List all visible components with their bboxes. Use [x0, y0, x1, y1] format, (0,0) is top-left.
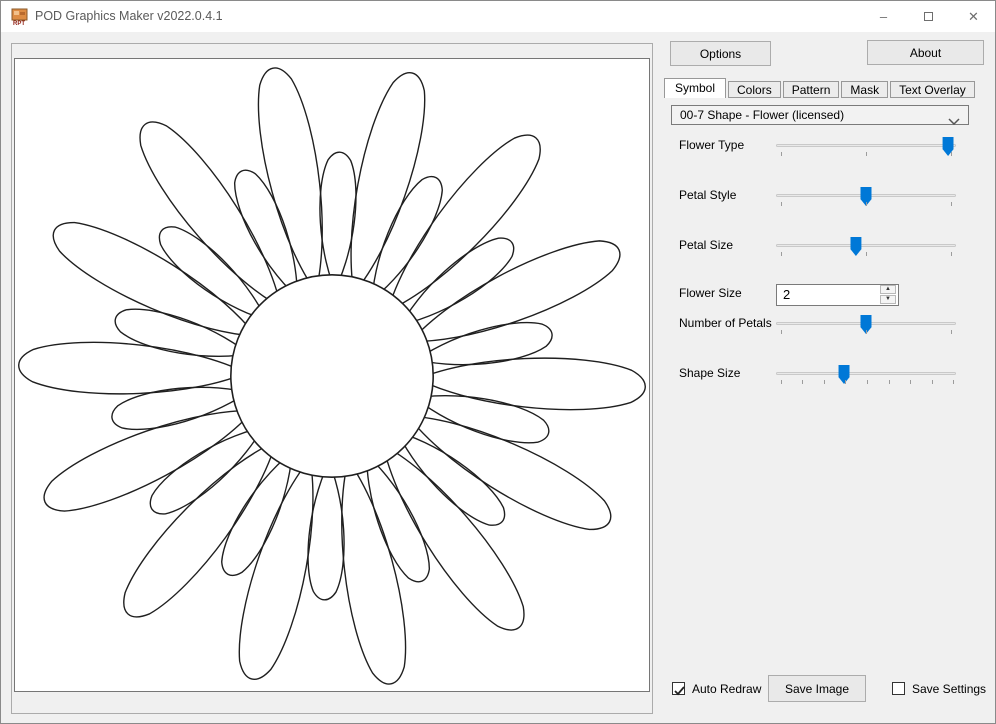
slider-label: Flower Type [679, 137, 744, 153]
slider-ticks [776, 152, 956, 157]
slider-tick [781, 252, 782, 256]
flower-size-label: Flower Size [679, 285, 742, 301]
slider-tick [802, 380, 803, 384]
spinner-up-button[interactable]: ▲ [880, 285, 896, 294]
slider-tick [951, 202, 952, 206]
slider-label: Shape Size [679, 365, 740, 381]
tab-mask[interactable]: Mask [841, 81, 888, 98]
shape-select[interactable]: 00-7 Shape - Flower (licensed) [671, 105, 969, 125]
tab-strip: Symbol Colors Pattern Mask Text Overlay [664, 78, 977, 98]
slider-ticks [776, 252, 956, 257]
app-window: RPT POD Graphics Maker v2022.0.4.1 – ✕ O… [0, 0, 996, 724]
flower-size-spinner: ▲ ▼ [879, 285, 897, 305]
slider-tick [910, 380, 911, 384]
slider-tick [781, 330, 782, 334]
window-title: POD Graphics Maker v2022.0.4.1 [35, 1, 223, 32]
slider-tick [781, 202, 782, 206]
flower-size-value: 2 [783, 285, 790, 305]
about-button[interactable]: About [867, 40, 984, 65]
maximize-icon [924, 12, 933, 21]
tab-pattern[interactable]: Pattern [783, 81, 840, 98]
svg-text:RPT: RPT [13, 21, 25, 26]
tab-colors[interactable]: Colors [728, 81, 781, 98]
slider-tick [867, 380, 868, 384]
maximize-button[interactable] [906, 1, 951, 32]
slider-tick [781, 380, 782, 384]
slider-track[interactable] [776, 144, 956, 147]
slider-label: Number of Petals [679, 315, 772, 331]
close-button[interactable]: ✕ [951, 1, 996, 32]
shape-select-value: 00-7 Shape - Flower (licensed) [680, 106, 844, 124]
slider-track[interactable] [776, 244, 956, 247]
auto-redraw-label: Auto Redraw [692, 681, 761, 697]
check-icon [673, 684, 686, 702]
spinner-down-button[interactable]: ▼ [880, 295, 896, 304]
slider-tick [866, 202, 867, 206]
title-bar: RPT POD Graphics Maker v2022.0.4.1 – ✕ [1, 1, 996, 32]
slider-label: Petal Size [679, 237, 733, 253]
slider-track[interactable] [776, 372, 956, 375]
slider-tick [866, 152, 867, 156]
options-button[interactable]: Options [670, 41, 771, 66]
save-image-button[interactable]: Save Image [768, 675, 866, 702]
slider-tick [932, 380, 933, 384]
slider-tick [824, 380, 825, 384]
drawing-canvas [14, 58, 650, 692]
slider-tick [951, 330, 952, 334]
minimize-button[interactable]: – [861, 1, 906, 32]
slider-tick [781, 152, 782, 156]
flower-size-input[interactable]: 2 ▲ ▼ [776, 284, 899, 306]
save-settings-label: Save Settings [912, 681, 986, 697]
slider-tick [889, 380, 890, 384]
flower-drawing [15, 59, 649, 691]
slider-label: Petal Style [679, 187, 736, 203]
slider-ticks [776, 202, 956, 207]
tab-symbol[interactable]: Symbol [664, 78, 726, 98]
auto-redraw-checkbox[interactable] [672, 682, 685, 695]
slider-tick [953, 380, 954, 384]
canvas-frame [11, 43, 653, 714]
slider-tick [951, 152, 952, 156]
slider-tick [845, 380, 846, 384]
tab-text-overlay[interactable]: Text Overlay [890, 81, 975, 98]
slider-tick [866, 330, 867, 334]
slider-tick [866, 252, 867, 256]
chevron-down-icon [948, 112, 960, 130]
app-icon: RPT [11, 8, 29, 26]
slider-ticks [776, 380, 956, 385]
slider-tick [951, 252, 952, 256]
save-settings-checkbox[interactable] [892, 682, 905, 695]
slider-ticks [776, 330, 956, 335]
